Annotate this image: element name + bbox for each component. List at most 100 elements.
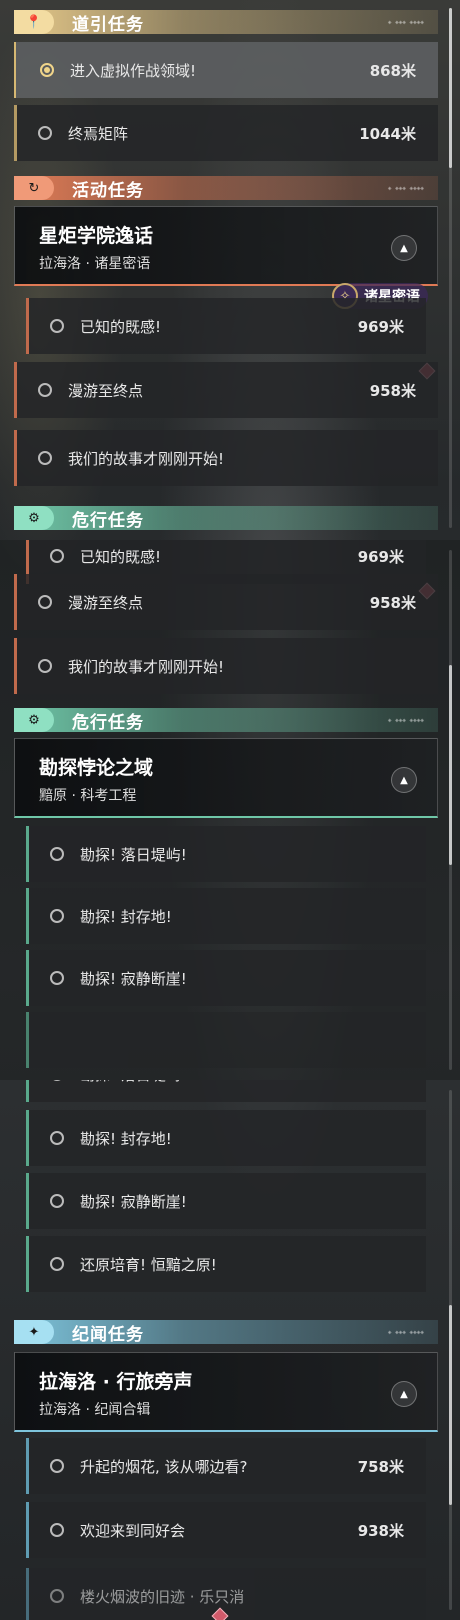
radio-icon — [38, 126, 52, 140]
category-title: 活动任务 — [72, 180, 144, 201]
radio-icon — [50, 549, 64, 563]
subtask-row[interactable] — [26, 1012, 426, 1068]
radio-icon — [50, 1257, 64, 1271]
subtask-row[interactable]: 勘探! 落日堤屿! — [26, 1080, 426, 1102]
scrollbar-thumb[interactable] — [449, 1305, 452, 1505]
subtask-row[interactable]: 勘探! 封存地! — [26, 888, 426, 944]
subtask-row[interactable]: 还原培育! 恒黯之原! — [26, 1236, 426, 1292]
category-title: 道引任务 — [72, 14, 144, 35]
category-title: 危行任务 — [72, 712, 144, 733]
category-title: 危行任务 — [72, 510, 144, 531]
radio-icon — [50, 1589, 64, 1603]
task-distance: 758米 — [357, 1457, 404, 1476]
subtask-row[interactable]: 已知的既感! 969米 — [26, 298, 426, 354]
task-label: 勘探! 落日堤屿! — [80, 1080, 426, 1085]
chevron-up-icon[interactable]: ▲ — [391, 235, 417, 261]
row-stripe — [14, 430, 17, 486]
row-stripe — [26, 888, 29, 944]
row-stripe — [26, 1080, 29, 1102]
row-stripe — [26, 1236, 29, 1292]
radio-icon — [50, 847, 64, 861]
radio-icon — [50, 909, 64, 923]
row-stripe — [14, 362, 17, 418]
subtask-row[interactable]: 勘探! 封存地! — [26, 1110, 426, 1166]
task-label: 勘探! 寂静断崖! — [80, 969, 187, 988]
task-row[interactable]: 我们的故事才刚刚开始! — [14, 638, 438, 694]
chevron-up-icon[interactable]: ▲ — [391, 767, 417, 793]
task-distance: 868米 — [369, 61, 416, 80]
category-tag: ◈ ◈◈◈ ◈◈◈◈ — [387, 184, 424, 192]
sparkle-icon: ✦ — [14, 1320, 54, 1344]
activity-task-card[interactable]: 星炬学院逸话 拉海洛 · 诸星密语 ▲ — [14, 206, 438, 286]
gear-icon: ⚙ — [14, 506, 54, 530]
category-guide[interactable]: 📍 道引任务 ◈ ◈◈◈ ◈◈◈◈ — [14, 10, 438, 35]
radio-icon — [50, 1080, 64, 1081]
scrollbar-thumb[interactable] — [449, 8, 452, 168]
task-label: 勘探! 落日堤屿! — [80, 845, 187, 864]
radio-icon — [38, 595, 52, 609]
radio-icon — [50, 1194, 64, 1208]
category-tag: ◈ ◈◈◈ ◈◈◈◈ — [387, 18, 424, 26]
row-stripe — [14, 574, 17, 630]
task-label: 欢迎来到同好会 — [80, 1521, 186, 1540]
scrollbar[interactable] — [449, 8, 452, 528]
radio-icon — [50, 1131, 64, 1145]
task-row[interactable]: 终焉矩阵 1044米 — [14, 105, 438, 161]
panel-3: 勘探! 落日堤屿! 勘探! 封存地! 勘探! 寂静断崖! 还原培育! 恒黯之原!… — [0, 1080, 460, 1620]
task-distance: 969米 — [357, 547, 404, 566]
row-stripe — [26, 298, 29, 354]
subtask-row[interactable]: 欢迎来到同好会 938米 — [26, 1502, 426, 1558]
card-title: 星炬学院逸话 — [39, 225, 154, 247]
scrollbar-thumb[interactable] — [449, 665, 452, 865]
task-label: 我们的故事才刚刚开始! — [68, 657, 225, 676]
radio-icon — [38, 659, 52, 673]
row-stripe — [14, 105, 17, 161]
gear-icon: ⚙ — [14, 708, 54, 732]
chevron-up-icon[interactable]: ▲ — [391, 1381, 417, 1407]
scrollbar[interactable] — [449, 550, 452, 1070]
card-subtitle: 拉海洛 · 诸星密语 — [39, 256, 151, 272]
task-distance: 969米 — [357, 317, 404, 336]
subtask-row[interactable]: 勘探! 寂静断崖! — [26, 950, 426, 1006]
category-danger[interactable]: ⚙ 危行任务 — [14, 506, 438, 531]
row-stripe — [26, 826, 29, 882]
scrollbar[interactable] — [449, 1090, 452, 1610]
task-row[interactable]: 进入虚拟作战领域! 868米 — [14, 42, 438, 98]
task-distance: 958米 — [369, 593, 416, 612]
card-title: 拉海洛 · 行旅旁声 — [39, 1371, 193, 1393]
task-label: 终焉矩阵 — [68, 124, 129, 143]
radio-icon — [50, 1523, 64, 1537]
radio-selected-icon — [40, 63, 54, 77]
task-label: 漫游至终点 — [68, 381, 144, 400]
panel-1: 📍 道引任务 ◈ ◈◈◈ ◈◈◈◈ 进入虚拟作战领域! 868米 终焉矩阵 10… — [0, 0, 460, 540]
category-title: 纪闻任务 — [72, 1324, 144, 1345]
category-tag: ◈ ◈◈◈ ◈◈◈◈ — [387, 716, 424, 724]
task-row[interactable]: 漫游至终点 958米 — [14, 362, 438, 418]
card-subtitle: 拉海洛 · 纪闻合辑 — [39, 1402, 151, 1418]
subtask-row[interactable]: 勘探! 落日堤屿! — [26, 826, 426, 882]
chronicle-task-card[interactable]: 拉海洛 · 行旅旁声 拉海洛 · 纪闻合辑 ▲ — [14, 1352, 438, 1432]
radio-icon — [50, 1459, 64, 1473]
subtask-row[interactable]: 楼火烟波的旧迹 · 乐只消 — [26, 1568, 426, 1620]
row-stripe — [26, 1502, 29, 1558]
event-icon: ↻ — [14, 176, 54, 200]
task-label: 漫游至终点 — [68, 593, 144, 612]
task-row[interactable]: 我们的故事才刚刚开始! — [14, 430, 438, 486]
row-stripe — [26, 1438, 29, 1494]
card-subtitle: 黯原 · 科考工程 — [39, 788, 137, 804]
task-label: 已知的既感! — [80, 547, 162, 566]
task-label: 我们的故事才刚刚开始! — [68, 449, 225, 468]
category-activity[interactable]: ↻ 活动任务 ◈ ◈◈◈ ◈◈◈◈ — [14, 176, 438, 201]
subtask-row[interactable]: 升起的烟花, 该从哪边看? 758米 — [26, 1438, 426, 1494]
category-tag: ◈ ◈◈◈ ◈◈◈◈ — [387, 1328, 424, 1336]
row-stripe — [26, 1173, 29, 1229]
task-label: 升起的烟花, 该从哪边看? — [80, 1457, 248, 1476]
task-label: 进入虚拟作战领域! — [70, 61, 197, 80]
subtask-row[interactable]: 勘探! 寂静断崖! — [26, 1173, 426, 1229]
danger-task-card[interactable]: 勘探悖论之域 黯原 · 科考工程 ▲ — [14, 738, 438, 818]
task-row[interactable]: 漫游至终点 958米 — [14, 574, 438, 630]
task-label: 勘探! 封存地! — [80, 907, 172, 926]
row-stripe — [26, 1110, 29, 1166]
category-chronicle[interactable]: ✦ 纪闻任务 ◈ ◈◈◈ ◈◈◈◈ — [14, 1320, 438, 1345]
category-danger[interactable]: ⚙ 危行任务 ◈ ◈◈◈ ◈◈◈◈ — [14, 708, 438, 733]
